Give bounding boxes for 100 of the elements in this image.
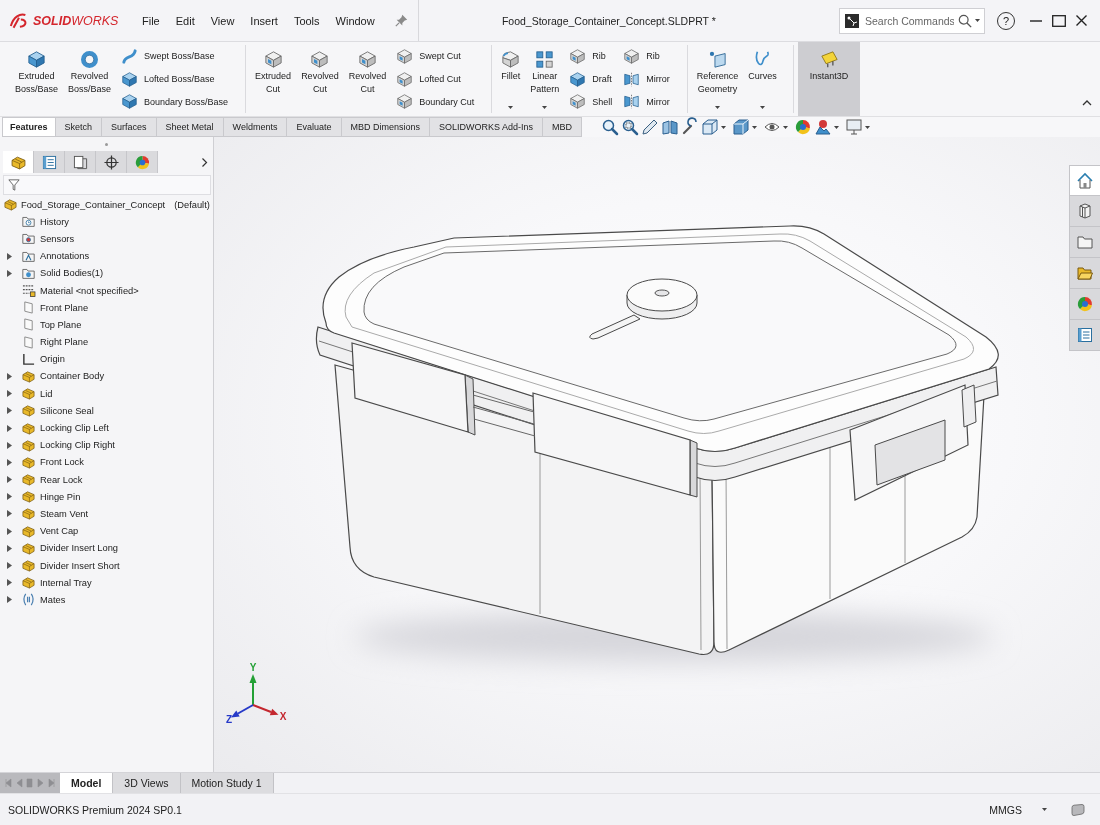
panel-tab[interactable] [96,151,127,173]
expand-arrow-icon[interactable] [7,252,12,260]
task-pane-tab[interactable] [1069,227,1100,258]
command-tab[interactable]: Weldments [223,117,288,137]
expand-arrow-icon[interactable] [7,458,12,466]
tree-item[interactable]: Vent Cap [40,526,79,537]
ribbon-button[interactable]: Revolved Cut [343,45,392,113]
menu-item[interactable]: Edit [167,11,203,30]
command-tab[interactable]: MBD [543,117,583,137]
scene-icon[interactable] [815,119,832,135]
ribbon-button[interactable]: Linear Pattern [525,45,565,113]
splitter-grip-icon[interactable] [105,142,108,146]
ribbon-button[interactable]: Lofted Cut [397,67,475,91]
maximize-icon[interactable] [1052,14,1066,27]
menu-item[interactable]: File [134,11,168,30]
expand-arrow-icon[interactable] [7,562,12,570]
expand-arrow-icon[interactable] [7,596,12,604]
command-tab[interactable]: MBD Dimensions [341,117,431,137]
caret-icon[interactable] [715,106,721,109]
shaded-cube-icon[interactable] [733,119,750,135]
expand-arrow-icon[interactable] [7,407,12,415]
color-sphere-icon[interactable] [795,119,812,135]
command-tab[interactable]: Sketch [55,117,103,137]
document-tab[interactable]: Motion Study 1 [180,773,274,793]
panel-tab[interactable] [65,151,96,173]
monitor-icon[interactable] [846,119,863,135]
tree-item[interactable]: Internal Tray [40,577,92,588]
expand-arrow-icon[interactable] [7,441,12,449]
tree-item[interactable]: Sensors [40,233,75,244]
ribbon-button[interactable]: Fillet [496,45,526,113]
minimize-icon[interactable] [1030,19,1042,22]
tree-item[interactable]: Steam Vent [40,508,89,519]
magnifier-box-icon[interactable] [622,119,639,135]
expand-arrow-icon[interactable] [7,372,12,380]
expand-arrow-icon[interactable] [7,493,12,501]
tree-item[interactable]: Front Lock [40,457,84,468]
ribbon-button[interactable]: Swept Cut [397,45,475,68]
ribbon-button[interactable]: Revolved Cut [296,45,344,113]
tree-item[interactable]: Front Plane [40,302,89,313]
cube-icon[interactable] [702,119,719,135]
ribbon-button[interactable]: Reference Geometry [691,45,744,113]
expand-arrow-icon[interactable] [7,424,12,432]
task-pane-tab[interactable] [1069,196,1100,227]
ribbon-button[interactable]: Rib [570,45,613,68]
tree-item[interactable]: Locking Clip Left [40,423,109,434]
caret-icon[interactable] [542,106,548,109]
ribbon-button[interactable]: Swept Boss/Base [122,45,229,68]
section-planes-icon[interactable] [662,119,679,135]
ribbon-button[interactable]: Rib [624,45,670,68]
ribbon-button[interactable]: Shell [570,90,613,113]
ribbon-button[interactable]: Mirror [624,67,670,91]
tree-item[interactable]: Top Plane [40,319,82,330]
expand-arrow-icon[interactable] [7,579,12,587]
expand-arrow-icon[interactable] [7,527,12,535]
ribbon-button[interactable]: Boundary Cut [397,90,475,113]
close-icon[interactable] [1076,15,1087,26]
document-tab[interactable]: 3D Views [113,773,181,793]
caret-icon[interactable] [783,125,789,129]
caret-icon[interactable] [752,125,758,129]
ribbon-button[interactable]: Extruded Boss/Base [10,45,63,113]
menu-item[interactable]: Tools [285,11,328,30]
ribbon-button[interactable]: Revolved Boss/Base [63,45,117,113]
tree-item[interactable]: Food_Storage_Container_Concept [21,199,166,210]
menu-item[interactable]: View [202,11,243,30]
tree-item[interactable]: Container Body [40,371,105,382]
tree-item[interactable]: Annotations [40,251,90,262]
tile-icon[interactable] [1071,803,1085,816]
tree-item[interactable]: Silicone Seal [40,405,94,416]
command-tab[interactable]: Evaluate [287,117,342,137]
tree-item[interactable]: Hinge Pin [40,491,81,502]
chevron-right-icon[interactable] [202,157,207,167]
ribbon-button[interactable]: Instant3D [797,42,861,116]
search-icon[interactable] [958,13,972,28]
expand-arrow-icon[interactable] [7,544,12,552]
task-pane-tab[interactable] [1069,165,1100,196]
tree-item[interactable]: Rear Lock [40,474,83,485]
panel-tab[interactable] [3,151,34,173]
panel-tab[interactable] [34,151,65,173]
ribbon-button[interactable]: Mirror [624,90,670,113]
pin-icon[interactable] [394,14,408,27]
caret-icon[interactable] [721,125,727,129]
command-tab[interactable]: Sheet Metal [156,117,224,137]
hook-icon[interactable] [682,119,699,135]
tree-item[interactable]: History [40,216,69,227]
expand-arrow-icon[interactable] [7,476,12,484]
expand-arrow-icon[interactable] [7,510,12,518]
pencil-icon[interactable] [642,119,659,135]
menu-item[interactable]: Insert [242,11,286,30]
search-field[interactable]: Search Commands [839,7,985,34]
task-pane-tab[interactable] [1069,258,1100,289]
caret-icon[interactable] [1042,808,1047,811]
tree-item[interactable]: Origin [40,354,65,365]
caret-icon[interactable] [975,18,980,22]
collapse-caret-icon[interactable] [1082,100,1092,106]
menu-item[interactable]: Window [327,11,383,30]
caret-icon[interactable] [760,106,766,109]
caret-icon[interactable] [834,125,840,129]
task-pane-tab[interactable] [1069,320,1100,351]
ribbon-button[interactable]: Curves [743,45,782,113]
ribbon-button[interactable]: Lofted Boss/Base [122,67,229,91]
